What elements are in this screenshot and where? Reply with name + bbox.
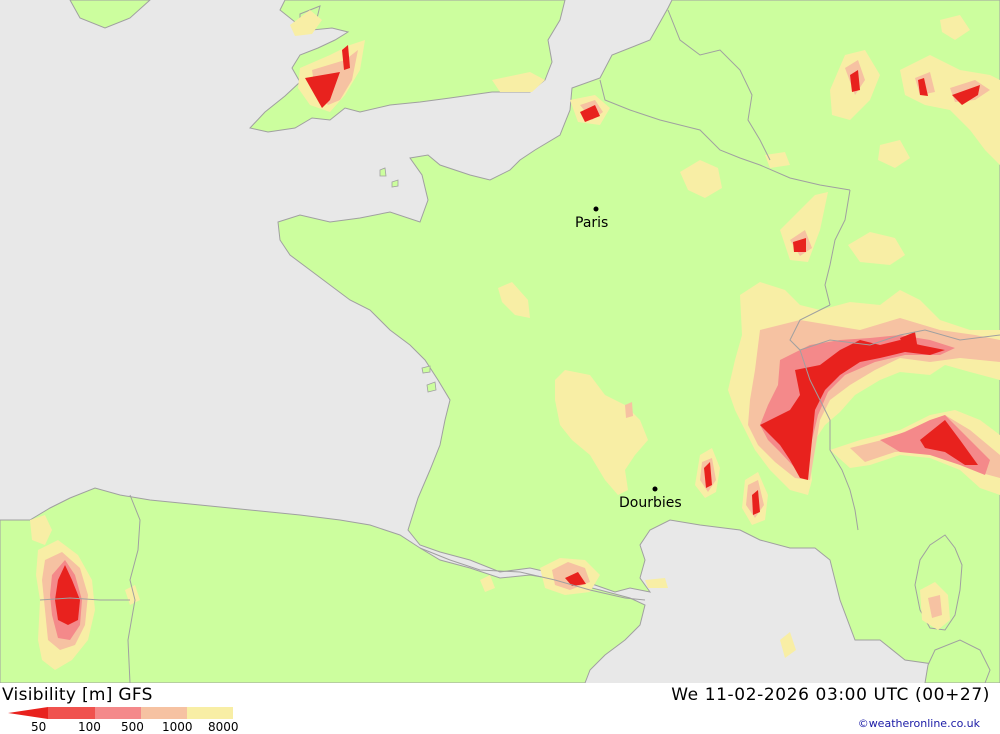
valid-time: We 11-02-2026 03:00 UTC (00+27)	[671, 685, 990, 705]
city-marker	[593, 206, 599, 212]
legend-swatch-50	[8, 707, 48, 719]
legend-swatch-1000	[141, 707, 187, 719]
map-canvas: Paris Dourbies	[0, 0, 1000, 683]
legend-swatch-8000	[187, 707, 233, 719]
legend-tick: 8000	[208, 720, 239, 734]
product-title: Visibility [m] GFS	[2, 685, 153, 705]
city-label-dourbies: Dourbies	[619, 495, 682, 511]
city-label-paris: Paris	[575, 215, 608, 231]
legend-color-bar	[8, 707, 233, 719]
legend-tick: 1000	[162, 720, 193, 734]
footer-bar: Visibility [m] GFS We 11-02-2026 03:00 U…	[0, 683, 1000, 734]
legend-tick: 100	[78, 720, 101, 734]
city-marker	[652, 486, 658, 492]
legend-swatch-500	[95, 707, 141, 719]
legend-tick: 50	[31, 720, 47, 734]
legend-labels: 50 100 500 1000 8000	[0, 720, 260, 734]
legend-tick: 500	[121, 720, 144, 734]
credit-link[interactable]: ©weatheronline.co.uk	[858, 717, 980, 730]
legend-swatch-100	[48, 707, 95, 719]
